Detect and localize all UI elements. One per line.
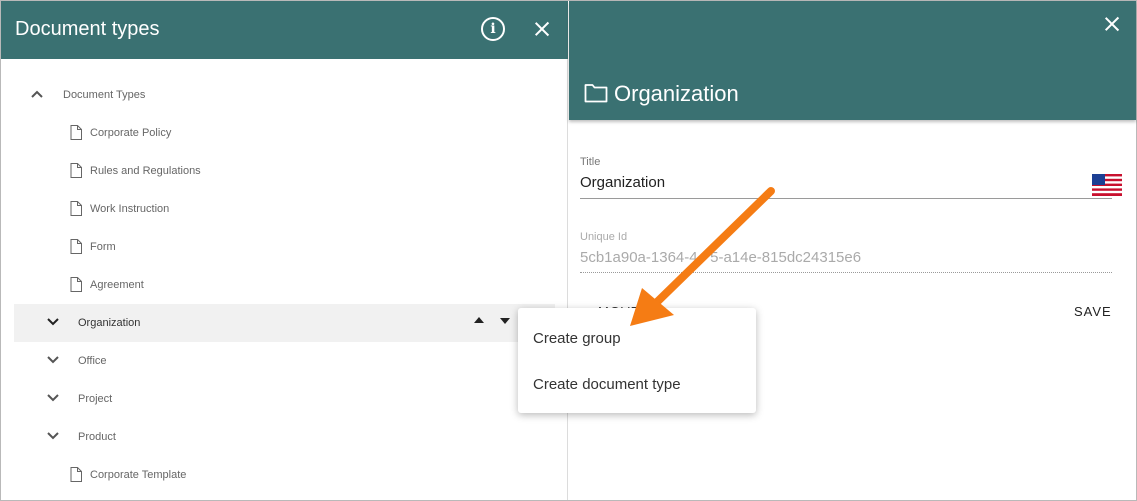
unique-id-value: 5cb1a90a-1364-4 5-a14e-815dc24315e6 [580,249,862,266]
document-types-panel: Document types i Document Types Corporat… [1,1,568,500]
unique-id-label: Unique Id [580,231,628,243]
tree-item-agreement[interactable]: Agreement [14,266,555,304]
panel-header: Document types i [1,1,568,59]
folder-icon [584,84,608,103]
tree-item-label: Product [78,431,116,443]
document-icon [70,467,82,482]
create-document-type-menu-item[interactable]: Create document type [533,376,681,393]
title-label: Title [580,156,601,168]
context-menu: Create group Create document type [518,308,756,413]
tree-item-corporate-template[interactable]: Corporate Template [14,456,555,494]
tree-item-label: Document Types [63,89,146,101]
tree-item-label: Agreement [90,279,144,291]
tree-item-organization[interactable]: Organization [14,304,555,342]
title-underline [580,198,1112,199]
document-icon [70,239,82,254]
tree-item-form[interactable]: Form [14,228,555,266]
chevron-down-icon[interactable] [46,315,60,329]
detail-title: Organization [614,81,739,106]
tree-item-office[interactable]: Office [14,342,555,380]
tree-item-corporate-policy[interactable]: Corporate Policy [14,114,555,152]
move-up-icon[interactable] [474,317,484,323]
document-icon [70,277,82,292]
tree-item-label: Rules and Regulations [90,165,201,177]
chevron-down-icon[interactable] [46,353,60,367]
chevron-up-icon[interactable] [30,87,44,101]
panel-title: Document types [15,18,160,40]
document-icon [70,125,82,140]
document-icon [70,163,82,178]
tree-item-work-instruction[interactable]: Work Instruction [14,190,555,228]
tree-item-document-types[interactable]: Document Types [14,76,555,114]
tree-item-label: Project [78,393,113,405]
tree-item-label: Organization [78,317,141,329]
tree-item-rules-and-regulations[interactable]: Rules and Regulations [14,152,555,190]
tree-item-label: Office [78,355,107,367]
detail-header: Organization [569,1,1136,120]
detail-panel: Organization Title Organization Unique I… [569,1,1136,500]
more-options-icon[interactable] [500,318,510,324]
tree-item-label: Corporate Template [90,469,187,481]
tree-item-product[interactable]: Product [14,418,555,456]
tree-item-label: Form [90,241,116,253]
chevron-down-icon[interactable] [46,391,60,405]
chevron-down-icon[interactable] [46,429,60,443]
unique-id-underline [580,272,1112,273]
create-group-menu-item[interactable]: Create group [533,330,621,347]
save-button[interactable]: SAVE [1074,304,1112,319]
us-flag-icon[interactable] [1092,174,1122,196]
info-icon[interactable]: i [481,17,505,41]
close-icon[interactable] [1102,14,1122,34]
title-input[interactable]: Organization [580,174,665,191]
tree-item-project[interactable]: Project [14,380,555,418]
close-icon[interactable] [532,19,552,39]
tree-item-label: Corporate Policy [90,127,172,139]
document-icon [70,201,82,216]
tree-item-label: Work Instruction [90,203,170,215]
